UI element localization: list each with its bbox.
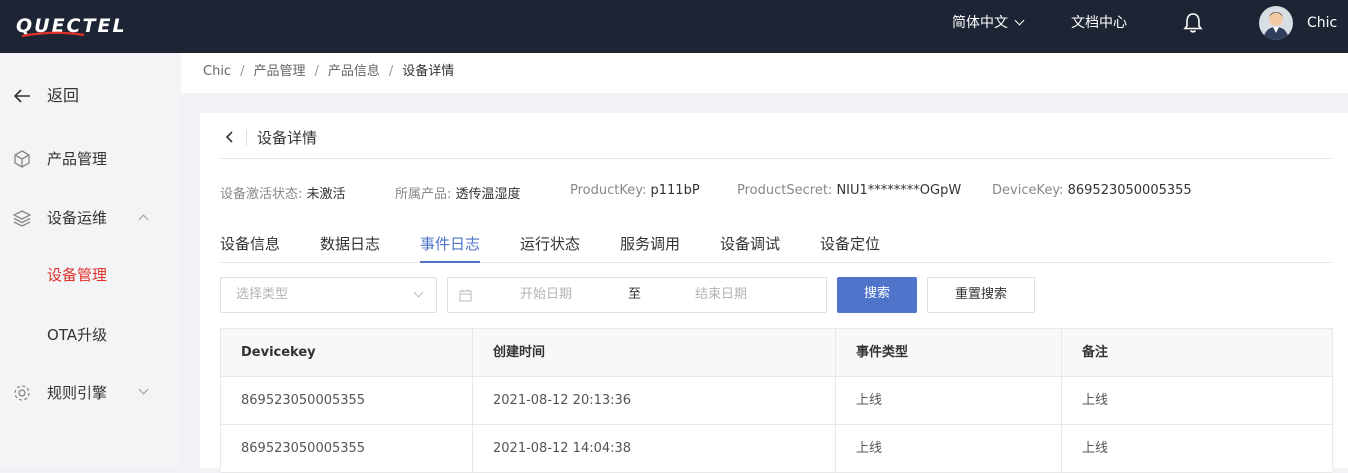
gear-icon [14,385,30,401]
info-value: 869523050005355 [1067,183,1192,198]
info-key: DeviceKey: [992,183,1068,198]
info-key: 设备激活状态: [220,187,307,202]
sidebar-back-label: 返回 [47,86,80,105]
end-date-input[interactable]: 结束日期 [695,278,747,312]
language-dropdown[interactable]: 简体中文 [952,0,1025,53]
tab-device-location[interactable]: 设备定位 [820,233,880,263]
user-menu[interactable]: Chic [1307,0,1348,72]
breadcrumb-item[interactable]: Chic [203,64,231,79]
sidebar: 返回 产品管理 设备运维 设备管理 OTA升级 规则引擎 [0,53,181,468]
tab-data-log[interactable]: 数据日志 [320,233,380,263]
docs-link[interactable]: 文档中心 [1071,0,1127,53]
table-cell: 2021-08-12 20:13:36 [472,377,835,425]
chevron-up-icon [138,214,149,225]
breadcrumb-current: 设备详情 [402,64,455,79]
arrow-left-icon [13,89,30,103]
start-date-input[interactable]: 开始日期 [520,278,572,312]
tab-service-call[interactable]: 服务调用 [620,233,680,263]
layers-icon [12,210,32,227]
info-productsecret: ProductSecret: NIU1********OGpW [737,183,961,198]
column-header: 创建时间 [472,329,835,377]
sidebar-item-device-management[interactable]: 设备管理 [0,255,181,295]
column-header: Devicekey [241,345,316,360]
column-header: 备注 [1061,329,1332,377]
avatar[interactable] [1259,6,1293,40]
sidebar-item-label: 规则引擎 [47,384,108,402]
table-cell: 上线 [1061,377,1332,425]
tabs: 设备信息 数据日志 事件日志 运行状态 服务调用 设备调试 设备定位 [220,225,1333,263]
tab-event-log[interactable]: 事件日志 [420,233,481,263]
info-value: 透传温湿度 [455,187,521,202]
event-log-table: Devicekey 创建时间 事件类型 备注 869523050005355 2… [220,328,1333,473]
tab-run-status[interactable]: 运行状态 [520,233,580,263]
info-product: 所属产品: 透传温湿度 [395,183,521,202]
info-activation-status: 设备激活状态: 未激活 [220,183,346,202]
bell-icon[interactable] [1183,12,1203,34]
table-cell: 上线 [835,425,1061,473]
top-navbar: QUECTEL 简体中文 文档中心 Chic [0,0,1348,72]
sidebar-back[interactable]: 返回 [0,76,181,116]
info-key: ProductSecret: [737,183,837,198]
user-name: Chic [1307,15,1338,31]
info-value: p111bP [650,183,700,198]
main-card: 设备详情 设备激活状态: 未激活 所属产品: 透传温湿度 ProductKey:… [200,113,1348,473]
tab-device-debug[interactable]: 设备调试 [720,233,780,263]
breadcrumb-item[interactable]: 产品管理 [253,64,305,79]
table-cell: 上线 [835,377,1061,425]
tab-device-info[interactable]: 设备信息 [220,233,280,263]
divider [246,130,247,146]
breadcrumb-item[interactable]: 产品信息 [328,64,380,79]
table-row: 869523050005355 2021-08-12 14:04:38 上线 上… [221,425,1332,473]
breadcrumb: Chic / 产品管理 / 产品信息 / 设备详情 [181,53,1348,93]
sidebar-item-device-ops[interactable]: 设备运维 [0,198,181,238]
chevron-left-icon[interactable] [224,131,236,143]
info-value: 未激活 [306,187,346,202]
search-button[interactable]: 搜索 [837,277,917,313]
info-productkey: ProductKey: p111bP [570,183,700,198]
info-key: 所属产品: [395,187,456,202]
reset-search-button[interactable]: 重置搜索 [927,277,1035,313]
range-separator: 至 [628,287,642,302]
table-cell: 869523050005355 [241,393,366,408]
breadcrumb-separator: / [240,64,245,79]
sidebar-item-label: 设备管理 [47,266,108,284]
language-label: 简体中文 [952,15,1008,31]
sidebar-item-rule-engine[interactable]: 规则引擎 [0,373,181,413]
breadcrumb-separator: / [388,64,394,79]
info-key: ProductKey: [570,183,651,198]
date-range-picker[interactable]: 开始日期 至 结束日期 [447,277,827,313]
chevron-down-icon [1014,15,1025,26]
sidebar-item-label: OTA升级 [47,326,108,344]
select-placeholder: 选择类型 [236,287,289,302]
chevron-down-icon [138,384,149,395]
table-header: Devicekey 创建时间 事件类型 备注 [221,329,1332,377]
sidebar-item-label: 产品管理 [47,150,108,168]
table-cell: 上线 [1061,425,1332,473]
quectel-logo[interactable]: QUECTEL [14,12,184,40]
breadcrumb-separator: / [314,64,319,79]
sidebar-item-ota[interactable]: OTA升级 [0,315,181,355]
cube-icon [14,150,30,168]
user-avatar-icon [1263,12,1289,40]
event-type-select[interactable]: 选择类型 [220,277,437,313]
sidebar-item-label: 设备运维 [47,209,108,227]
table-cell: 869523050005355 [241,441,366,456]
page-title: 设备详情 [257,129,318,147]
table-cell: 2021-08-12 14:04:38 [472,425,835,473]
sidebar-item-product-management[interactable]: 产品管理 [0,139,181,179]
calendar-icon [459,289,472,302]
chevron-down-icon [413,287,424,298]
info-devicekey: DeviceKey: 869523050005355 [992,183,1192,198]
column-header: 事件类型 [835,329,1061,377]
title-row: 设备详情 [220,125,1333,159]
table-row: 869523050005355 2021-08-12 20:13:36 上线 上… [221,377,1332,425]
info-value: NIU1********OGpW [836,183,962,198]
